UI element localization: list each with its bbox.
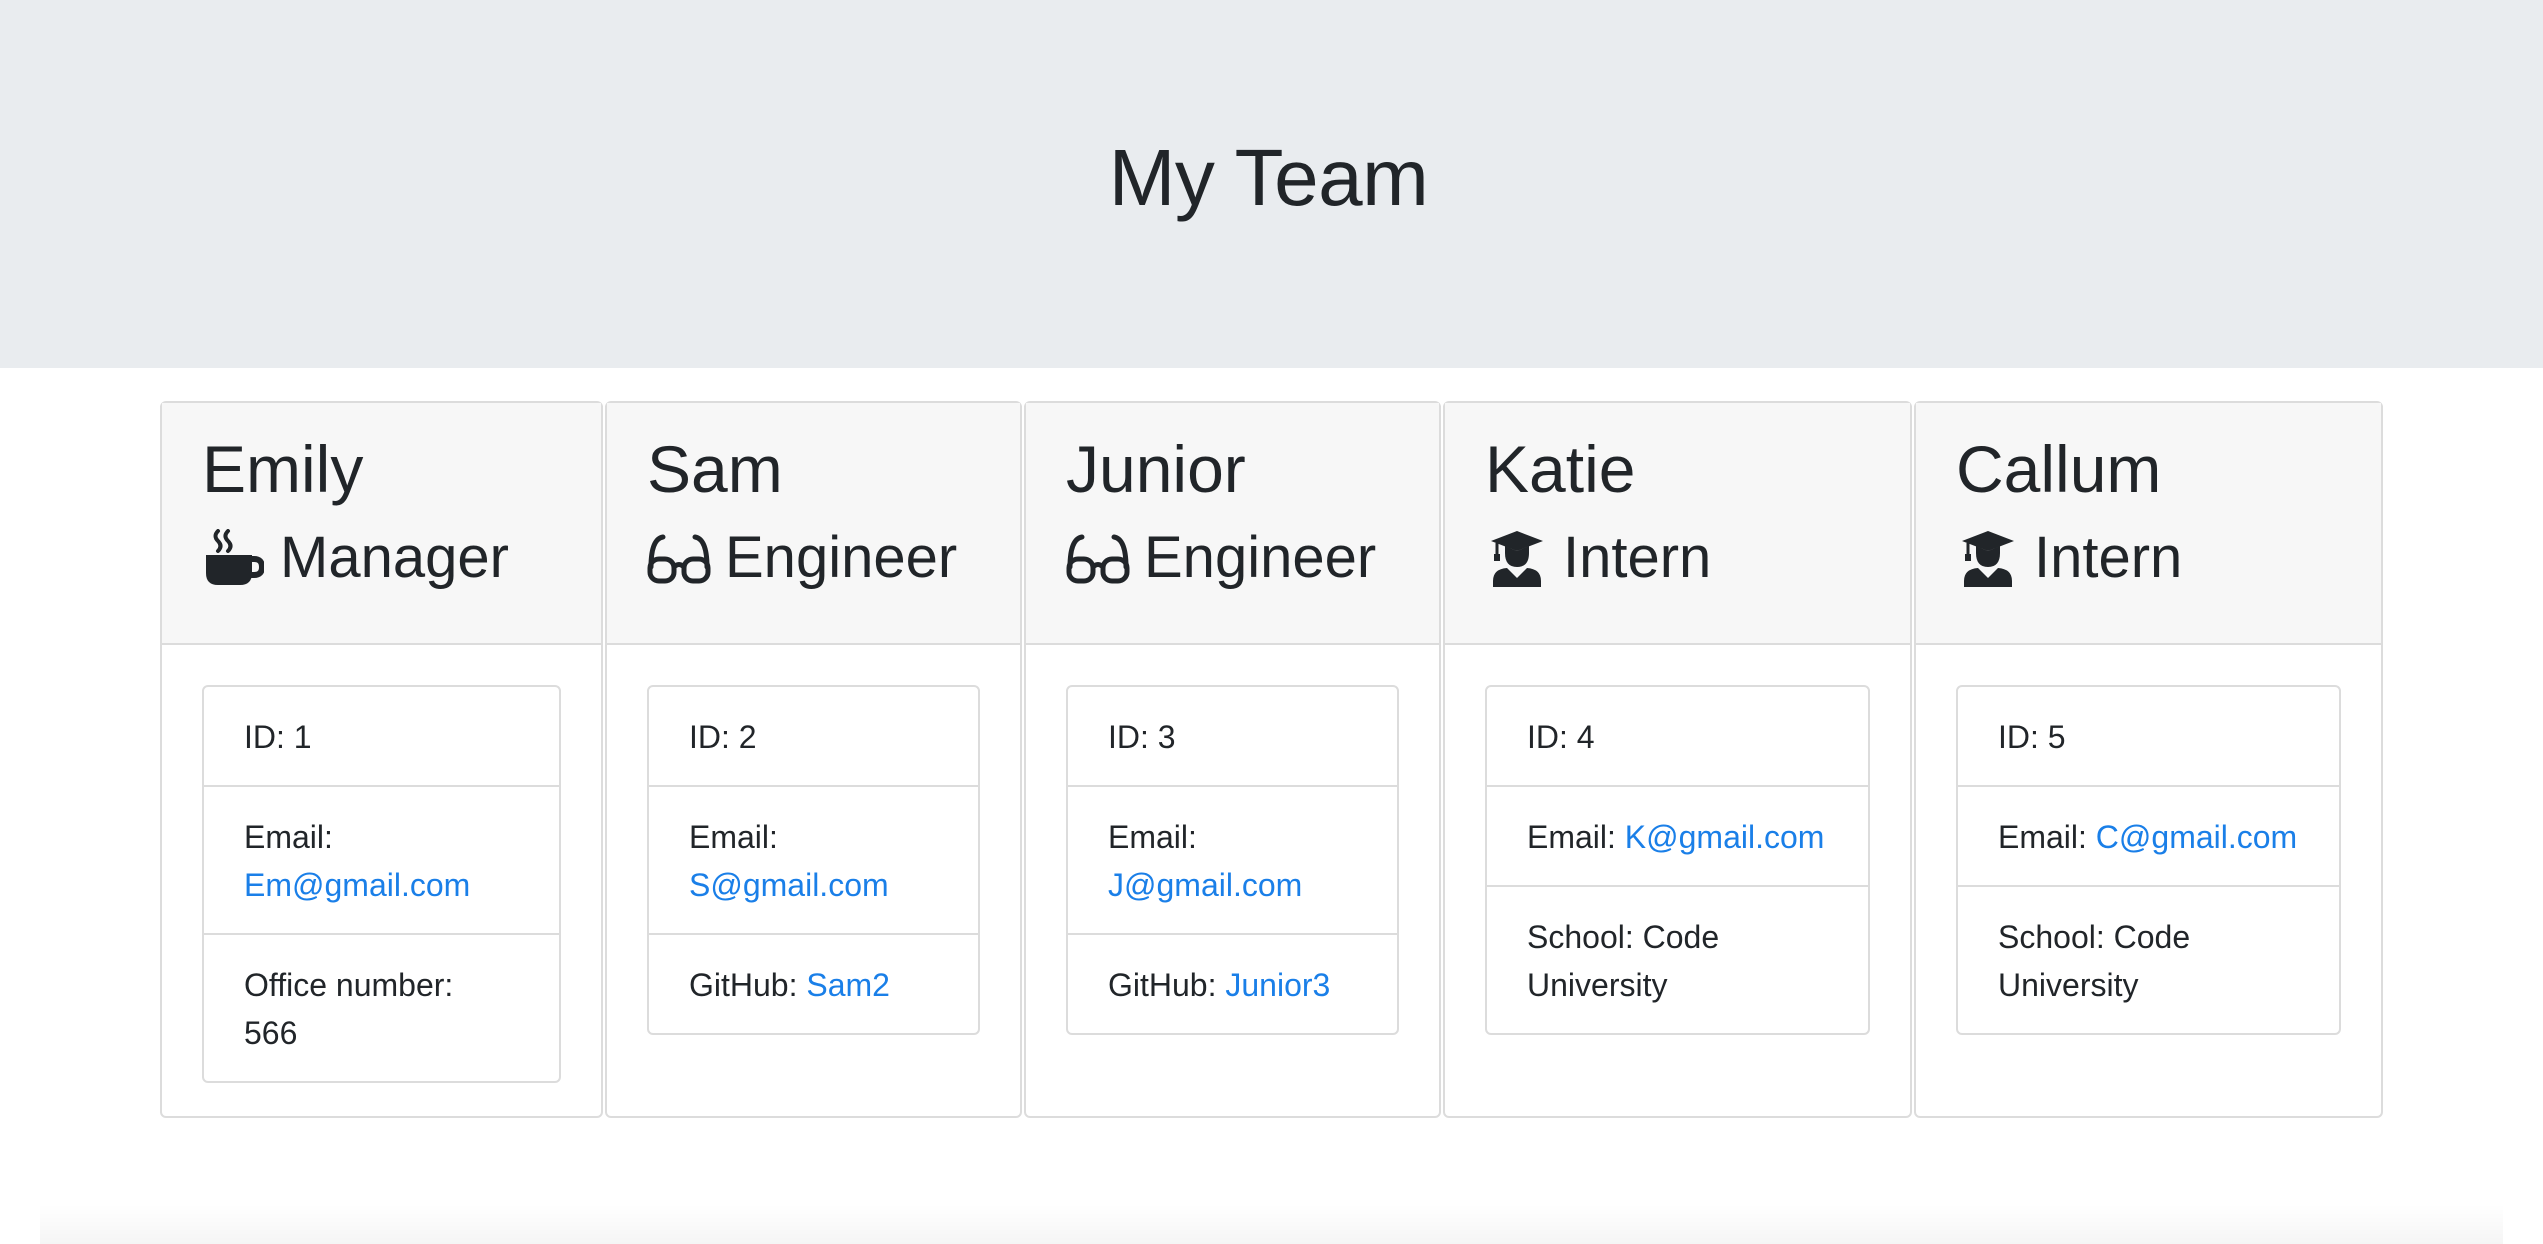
card-header: Katie Intern — [1445, 403, 1910, 645]
email-item: Email: C@gmail.com — [1958, 787, 2339, 887]
id-item: ID: 1 — [204, 687, 559, 787]
id-label: ID: — [244, 719, 285, 755]
employee-name: Callum — [1956, 432, 2162, 506]
info-list: ID: 3 Email: J@gmail.com GitHub: Junior3 — [1066, 685, 1399, 1035]
github-item: GitHub: Sam2 — [649, 935, 978, 1033]
graduate-icon — [1956, 529, 2020, 587]
school-item: School: Code University — [1958, 887, 2339, 1033]
info-list: ID: 5 Email: C@gmail.com School: Code Un… — [1956, 685, 2341, 1035]
card-body: ID: 2 Email: S@gmail.com GitHub: Sam2 — [607, 645, 1020, 1035]
id-value: 3 — [1157, 719, 1176, 755]
id-item: ID: 2 — [649, 687, 978, 787]
employee-name: Junior — [1066, 432, 1246, 506]
employee-role: Intern — [1485, 523, 1910, 593]
email-label: Email: — [244, 819, 333, 855]
email-label: Email: — [689, 819, 778, 855]
id-value: 2 — [738, 719, 757, 755]
card-body: ID: 5 Email: C@gmail.com School: Code Un… — [1916, 645, 2381, 1035]
page-header: My Team — [0, 0, 2543, 368]
role-label: Intern — [2034, 525, 2183, 590]
office-number-item: Office number: 566 — [204, 935, 559, 1081]
employee-card-sam: Sam Engineer ID: 2 Email: S@gmail.com Gi… — [605, 401, 1022, 1118]
id-value: 1 — [293, 719, 312, 755]
github-item: GitHub: Junior3 — [1068, 935, 1397, 1033]
card-body: ID: 1 Email: Em@gmail.com Office number:… — [162, 645, 601, 1083]
role-label: Manager — [280, 525, 509, 590]
email-link[interactable]: C@gmail.com — [2096, 819, 2297, 855]
employee-role: Engineer — [647, 523, 1020, 593]
email-link[interactable]: K@gmail.com — [1625, 819, 1825, 855]
glasses-icon — [647, 529, 711, 587]
id-value: 4 — [1576, 719, 1595, 755]
info-list: ID: 4 Email: K@gmail.com School: Code Un… — [1485, 685, 1870, 1035]
role-label: Engineer — [1144, 525, 1377, 590]
coffee-icon — [202, 529, 266, 587]
id-item: ID: 5 — [1958, 687, 2339, 787]
glasses-icon — [1066, 529, 1130, 587]
email-link[interactable]: J@gmail.com — [1108, 867, 1302, 903]
email-link[interactable]: S@gmail.com — [689, 867, 889, 903]
employee-name: Emily — [202, 432, 364, 506]
email-label: Email: — [1998, 819, 2087, 855]
email-item: Email: Em@gmail.com — [204, 787, 559, 935]
school-item: School: Code University — [1487, 887, 1868, 1033]
office-number-value: 566 — [244, 1015, 298, 1051]
email-label: Email: — [1527, 819, 1616, 855]
id-item: ID: 4 — [1487, 687, 1868, 787]
github-link[interactable]: Sam2 — [806, 967, 890, 1003]
id-label: ID: — [1527, 719, 1568, 755]
employee-role: Engineer — [1066, 523, 1439, 593]
employee-card-katie: Katie Intern ID: 4 Email: K@gmail.com Sc… — [1443, 401, 1912, 1118]
employee-name: Sam — [647, 432, 783, 506]
page-bottom-shadow — [40, 1204, 2503, 1244]
email-label: Email: — [1108, 819, 1197, 855]
employee-card-callum: Callum Intern ID: 5 Email: C@gmail.com S… — [1914, 401, 2383, 1118]
employee-card-junior: Junior Engineer ID: 3 Email: J@gmail.com… — [1024, 401, 1441, 1118]
office-number-label: Office number: — [244, 967, 454, 1003]
role-label: Intern — [1563, 525, 1712, 590]
github-label: GitHub: — [689, 967, 798, 1003]
card-header: Sam Engineer — [607, 403, 1020, 645]
email-item: Email: K@gmail.com — [1487, 787, 1868, 887]
employee-role: Manager — [202, 523, 601, 593]
employee-name: Katie — [1485, 432, 1636, 506]
role-label: Engineer — [725, 525, 958, 590]
info-list: ID: 2 Email: S@gmail.com GitHub: Sam2 — [647, 685, 980, 1035]
id-label: ID: — [689, 719, 730, 755]
github-link[interactable]: Junior3 — [1225, 967, 1330, 1003]
card-body: ID: 3 Email: J@gmail.com GitHub: Junior3 — [1026, 645, 1439, 1035]
info-list: ID: 1 Email: Em@gmail.com Office number:… — [202, 685, 561, 1083]
id-value: 5 — [2047, 719, 2066, 755]
github-label: GitHub: — [1108, 967, 1217, 1003]
card-body: ID: 4 Email: K@gmail.com School: Code Un… — [1445, 645, 1910, 1035]
page-title: My Team — [1108, 133, 1429, 222]
email-item: Email: S@gmail.com — [649, 787, 978, 935]
school-label: School: — [1527, 919, 1634, 955]
id-label: ID: — [1108, 719, 1149, 755]
email-link[interactable]: Em@gmail.com — [244, 867, 470, 903]
employee-card-emily: Emily Manager ID: 1 Email: Em@gmail.com … — [160, 401, 603, 1118]
card-header: Emily Manager — [162, 403, 601, 645]
school-label: School: — [1998, 919, 2105, 955]
id-label: ID: — [1998, 719, 2039, 755]
team-cards: Emily Manager ID: 1 Email: Em@gmail.com … — [160, 401, 2385, 1118]
graduate-icon — [1485, 529, 1549, 587]
email-item: Email: J@gmail.com — [1068, 787, 1397, 935]
card-header: Callum Intern — [1916, 403, 2381, 645]
employee-role: Intern — [1956, 523, 2381, 593]
card-header: Junior Engineer — [1026, 403, 1439, 645]
id-item: ID: 3 — [1068, 687, 1397, 787]
